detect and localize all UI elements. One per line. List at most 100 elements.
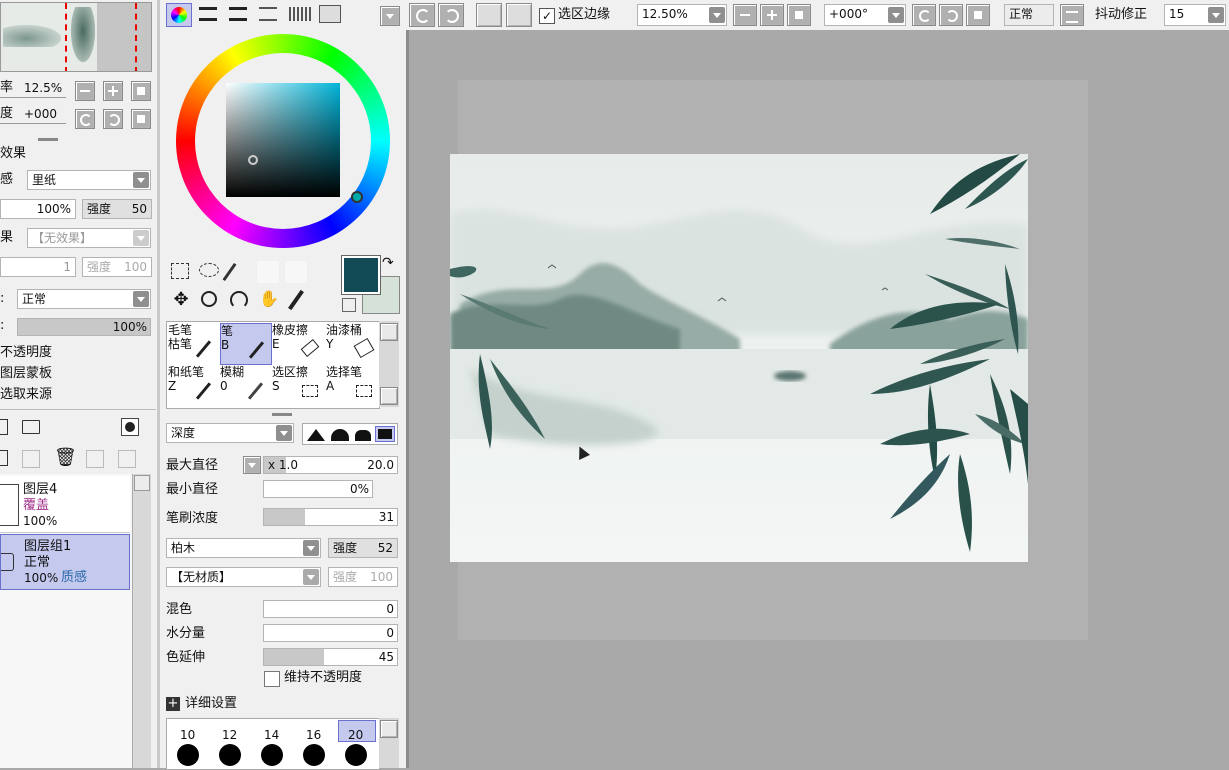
toolbar-angle-select[interactable]: +000° (824, 4, 906, 26)
brush-material-strength[interactable]: 强度 100 (328, 567, 398, 587)
tool-pen[interactable]: 笔B (220, 323, 272, 365)
max-size-dropdown[interactable] (243, 456, 261, 474)
layer-blend-select[interactable]: 正常 (17, 289, 151, 309)
swap-colors-icon[interactable]: ↷ (382, 256, 394, 270)
keep-opacity-checkbox[interactable] (264, 671, 280, 687)
paper-strength-field[interactable]: 强度 50 (82, 199, 152, 219)
toolbar-menu-button[interactable] (380, 6, 400, 26)
tool-grid-grip[interactable] (272, 413, 292, 416)
nav-zoom-slider[interactable] (0, 97, 66, 98)
layer-row[interactable]: 图层4 覆盖 100% (0, 476, 130, 533)
toolbar-rotate-right[interactable] (939, 4, 963, 26)
merge-down-icon[interactable] (86, 450, 104, 468)
rotate-reset-button[interactable] (131, 109, 151, 129)
extend-slider[interactable]: 45 (263, 648, 398, 666)
water-slider[interactable]: 0 (263, 624, 398, 642)
toolbar-rotate-reset[interactable] (966, 4, 990, 26)
saturation-value-square[interactable] (226, 83, 340, 197)
layer-row-selected[interactable]: 图层组1 正常 100% 质感 (0, 534, 130, 590)
undo-button[interactable] (409, 3, 435, 27)
paper-texture-pct[interactable]: 100% (0, 199, 76, 219)
shape-round-icon[interactable] (331, 429, 349, 441)
toolbar-zoom-out[interactable] (733, 4, 757, 26)
tool-select-eraser[interactable]: 选区擦 S (272, 365, 324, 407)
delete-layer-icon[interactable]: 🗑 (54, 448, 77, 468)
tool-select-pen[interactable]: 选择笔 A (326, 365, 378, 407)
zoom-reset-button[interactable] (131, 81, 151, 101)
zoom-in-button[interactable] (103, 81, 123, 101)
size-preset-dot[interactable] (219, 744, 241, 766)
lasso-icon[interactable] (199, 263, 219, 277)
hsv-slider-tab[interactable] (229, 7, 247, 21)
advanced-toggle-icon[interactable]: + (166, 697, 180, 711)
min-size-slider[interactable]: 0% (263, 480, 373, 498)
foreground-color-swatch[interactable] (341, 255, 381, 295)
layer-opacity-slider[interactable]: 100% (17, 318, 151, 336)
tool-bucket[interactable]: 油漆桶 Y (326, 323, 378, 365)
size-preset-label[interactable]: 16 (306, 727, 321, 743)
redo-button[interactable] (438, 3, 464, 27)
size-preset-label[interactable]: 12 (222, 727, 237, 743)
toolbar-blend-button[interactable]: 正常 (1004, 4, 1054, 26)
size-preset-dot[interactable] (177, 744, 199, 766)
sv-picker-marker[interactable] (248, 155, 258, 165)
size-preset-dot[interactable] (261, 744, 283, 766)
advanced-label[interactable]: 详细设置 (185, 696, 237, 712)
paper-effect-strength[interactable]: 强度 100 (82, 257, 152, 277)
brush-shape-select[interactable]: 深度 (166, 423, 294, 443)
scroll-down-button[interactable] (380, 387, 398, 405)
hue-picker-marker[interactable] (351, 191, 363, 203)
rotate-tool-icon[interactable] (230, 291, 248, 309)
toolbar-flip-button[interactable] (1060, 4, 1084, 26)
rect-select-icon[interactable] (171, 263, 189, 279)
deselect-button[interactable] (476, 3, 502, 27)
swatch-tab[interactable] (289, 7, 311, 21)
move-icon[interactable]: ✥ (172, 291, 190, 309)
rgb-slider-tab[interactable] (199, 7, 217, 21)
paper-texture-select[interactable]: 里纸 (27, 170, 151, 190)
stabilizer-select[interactable]: 15 (1164, 4, 1226, 26)
size-preset-dot[interactable] (345, 744, 367, 766)
shape-flat-icon[interactable] (355, 430, 371, 441)
size-preset-label[interactable]: 14 (264, 727, 279, 743)
shape-pointed-icon[interactable] (307, 429, 325, 441)
brush-material-select[interactable]: 【无材质】 (166, 567, 321, 587)
clear-layer-icon[interactable] (22, 450, 40, 468)
color-wheel-tab[interactable] (166, 3, 192, 27)
tool-blur[interactable]: 模糊 0 (220, 365, 272, 407)
copy-layer-icon[interactable] (0, 450, 8, 466)
rotate-right-button[interactable] (103, 109, 123, 129)
nav-rotate-slider[interactable] (0, 123, 66, 124)
size-preset-label[interactable]: 10 (180, 727, 195, 743)
paper-effect-select[interactable]: 【无效果】 (27, 228, 151, 248)
layer-mask-icon[interactable] (121, 418, 139, 436)
max-size-slider[interactable]: x 1.0 20.0 (263, 456, 398, 474)
brush-texture-strength[interactable]: 强度 52 (328, 538, 398, 558)
rotate-left-button[interactable] (75, 109, 95, 129)
new-layer-icon[interactable] (0, 419, 8, 435)
density-slider[interactable]: 31 (263, 508, 398, 526)
hand-tool-icon[interactable]: ✋ (259, 289, 279, 309)
toolbar-zoom-reset[interactable] (787, 4, 811, 26)
tool-eraser[interactable]: 橡皮擦 E (272, 323, 324, 365)
scroll-up-button[interactable] (380, 720, 398, 738)
transparent-color-icon[interactable] (342, 298, 356, 312)
brush-texture-select[interactable]: 柏木 (166, 538, 321, 558)
selection-edge-checkbox[interactable]: ✓ (539, 8, 555, 24)
shape-square-icon[interactable] (375, 426, 395, 442)
clip-group-option[interactable]: 图层蒙板 (0, 366, 52, 382)
panel-grip[interactable] (38, 138, 58, 141)
size-preset-label[interactable]: 20 (348, 727, 363, 743)
layer-scrollbar[interactable] (133, 474, 151, 768)
toolbar-zoom-select[interactable]: 12.50% (637, 4, 727, 26)
toolbar-rotate-left[interactable] (912, 4, 936, 26)
mixer-tab[interactable] (259, 7, 277, 21)
tool-washi[interactable]: 和纸笔 Z (168, 365, 220, 407)
canvas-artwork[interactable] (450, 154, 1028, 562)
navigator-thumbnail[interactable] (0, 2, 152, 72)
scratchpad-tab[interactable] (319, 5, 341, 23)
tool-brush-dry[interactable]: 毛笔 枯笔 (168, 323, 220, 365)
scroll-up-button[interactable] (380, 323, 398, 341)
blend-slider[interactable]: 0 (263, 600, 398, 618)
zoom-out-button[interactable] (75, 81, 95, 101)
